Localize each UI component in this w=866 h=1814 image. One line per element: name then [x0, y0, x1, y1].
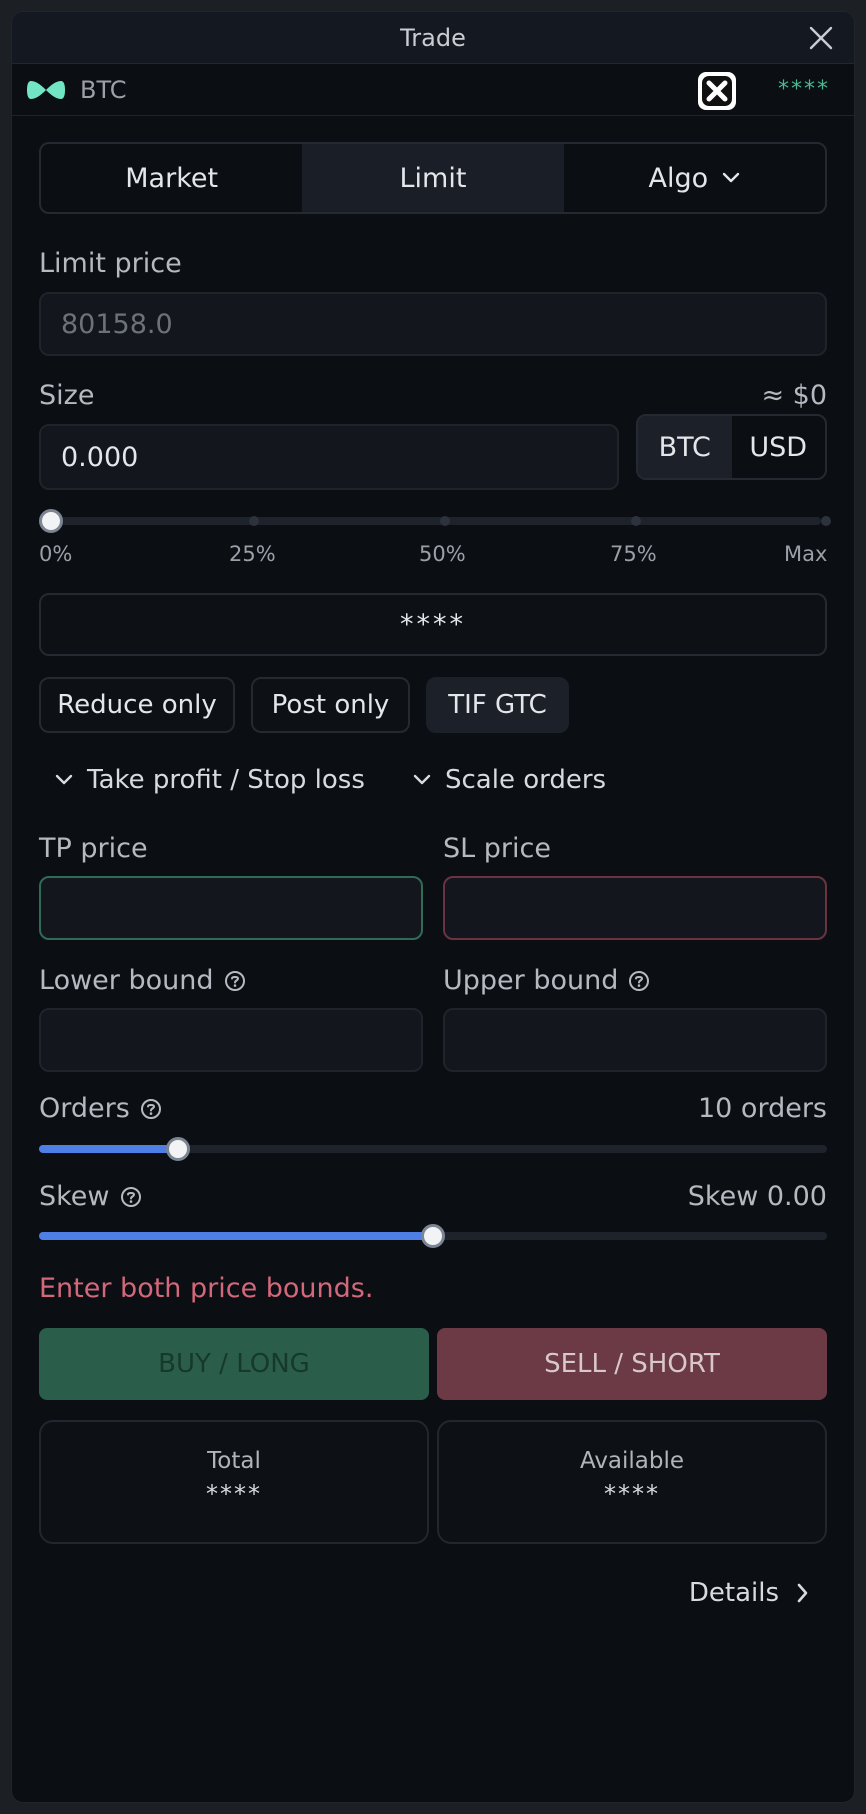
tab-algo[interactable]: Algo [564, 144, 825, 212]
details-link[interactable]: Details [689, 1578, 809, 1608]
size-mark-75[interactable]: 75% [610, 542, 657, 566]
total-card: Total **** [39, 1420, 429, 1544]
scale-orders-section-toggle[interactable]: Scale orders [413, 765, 606, 795]
size-slider-tick [821, 516, 831, 526]
unit-btc[interactable]: BTC [638, 416, 732, 478]
sl-price-label: SL price [443, 833, 551, 864]
size-usd-estimate: ≈ $0 [761, 380, 827, 411]
orders-count: 10 orders [697, 1093, 827, 1124]
size-label: Size [39, 380, 95, 411]
size-field[interactable] [39, 424, 619, 490]
size-slider-tick [440, 516, 450, 526]
order-type-tabs: Market Limit Algo [39, 142, 827, 214]
size-unit-toggle: BTC USD [636, 414, 827, 480]
size-mark-50[interactable]: 50% [419, 542, 466, 566]
masked-action-button[interactable]: **** [39, 593, 827, 656]
tab-market[interactable]: Market [41, 144, 302, 212]
sell-short-button[interactable]: SELL / SHORT [437, 1328, 827, 1400]
chevron-down-icon [722, 172, 740, 183]
tif-select[interactable]: TIF GTC [426, 677, 569, 733]
reduce-only-toggle[interactable]: Reduce only [39, 677, 235, 733]
asset-logo-icon [27, 81, 65, 99]
tp-sl-section-toggle[interactable]: Take profit / Stop loss [55, 765, 365, 795]
size-slider-tick [631, 516, 641, 526]
skew-slider-handle[interactable] [421, 1224, 445, 1248]
skew-label: Skew [39, 1181, 142, 1212]
chevron-down-icon [413, 774, 431, 785]
total-label: Total [207, 1448, 261, 1474]
available-label: Available [579, 1448, 685, 1474]
total-value: **** [206, 1480, 262, 1508]
skew-slider-fill [39, 1232, 433, 1240]
orders-label-text: Orders [39, 1093, 130, 1124]
lower-bound-label-text: Lower bound [39, 965, 214, 996]
orders-slider-handle[interactable] [166, 1137, 191, 1161]
tab-algo-label: Algo [648, 162, 709, 194]
wallet-icon[interactable] [698, 72, 736, 110]
skew-value: Skew 0.00 [687, 1181, 827, 1212]
scale-orders-section-label: Scale orders [445, 765, 607, 795]
size-mark-25[interactable]: 25% [229, 542, 276, 566]
help-icon[interactable] [120, 1186, 142, 1208]
upper-bound-label-text: Upper bound [443, 965, 619, 996]
limit-price-input[interactable] [61, 308, 825, 340]
post-only-toggle[interactable]: Post only [251, 677, 410, 733]
skew-label-text: Skew [39, 1181, 110, 1212]
window-title: Trade [400, 24, 466, 52]
size-slider-track[interactable] [51, 517, 821, 525]
limit-price-label: Limit price [39, 248, 182, 279]
trade-window: Trade BTC **** Market Limit Algo Limit p… [11, 11, 855, 1803]
upper-bound-input[interactable] [465, 1024, 825, 1056]
lower-bound-field[interactable] [39, 1008, 423, 1072]
upper-bound-field[interactable] [443, 1008, 827, 1072]
size-slider-handle[interactable] [39, 509, 63, 533]
size-mark-0[interactable]: 0% [39, 542, 72, 566]
sl-price-field[interactable] [443, 876, 827, 940]
chevron-down-icon [55, 774, 73, 785]
tab-limit[interactable]: Limit [302, 144, 564, 212]
upper-bound-label: Upper bound [443, 965, 650, 996]
available-value: **** [604, 1480, 660, 1508]
unit-usd[interactable]: USD [732, 416, 826, 478]
available-card: Available **** [437, 1420, 827, 1544]
close-icon[interactable] [808, 25, 834, 51]
size-mark-max[interactable]: Max [784, 542, 827, 566]
lower-bound-label: Lower bound [39, 965, 246, 996]
tp-price-input[interactable] [61, 892, 421, 924]
orders-slider-fill [39, 1145, 179, 1153]
tp-price-field[interactable] [39, 876, 423, 940]
sl-price-input[interactable] [465, 892, 825, 924]
chevron-right-icon [797, 1583, 808, 1603]
title-bar: Trade [12, 12, 854, 64]
tp-sl-section-label: Take profit / Stop loss [87, 765, 365, 795]
wallet-address-masked[interactable]: **** [778, 77, 830, 102]
details-label: Details [688, 1578, 779, 1608]
buy-long-button[interactable]: BUY / LONG [39, 1328, 429, 1400]
size-slider-tick [249, 516, 259, 526]
error-message: Enter both price bounds. [39, 1273, 374, 1304]
help-icon[interactable] [628, 970, 650, 992]
size-input[interactable] [61, 441, 617, 473]
tp-price-label: TP price [39, 833, 148, 864]
lower-bound-input[interactable] [61, 1024, 421, 1056]
asset-bar: BTC **** [12, 64, 854, 116]
help-icon[interactable] [224, 970, 246, 992]
help-icon[interactable] [140, 1098, 162, 1120]
orders-label: Orders [39, 1093, 162, 1124]
asset-symbol: BTC [80, 76, 127, 104]
limit-price-field[interactable] [39, 292, 827, 356]
